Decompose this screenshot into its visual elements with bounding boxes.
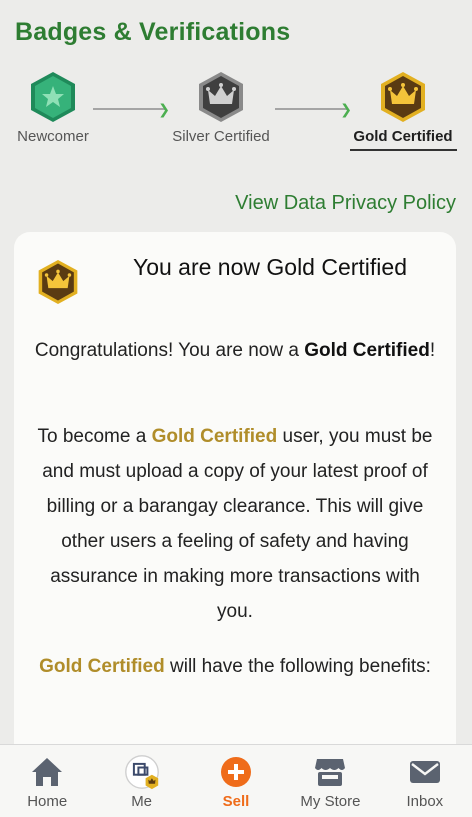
gold-crown-icon (36, 258, 80, 306)
avatar (124, 755, 160, 790)
nav-label: My Store (300, 793, 361, 810)
card-title: You are now Gold Certified (132, 254, 408, 280)
requirement-text: To become a Gold Certified user, you mus… (32, 419, 438, 629)
body-prefix: To become a (37, 426, 152, 447)
active-step-underline (349, 149, 457, 151)
nav-sell[interactable]: Sell (189, 745, 283, 817)
plus-circle-icon (218, 755, 254, 789)
body-gold: Gold Certified (151, 426, 278, 447)
step-label: Silver Certified (172, 128, 270, 145)
page-title: Badges & Verifications (15, 18, 291, 46)
mail-icon (407, 755, 443, 789)
store-icon (312, 755, 348, 789)
home-icon (29, 755, 65, 789)
congrats-bold: Gold Certified (304, 340, 430, 361)
congrats-suffix: ! (429, 340, 436, 361)
status-card: You are now Gold Certified Congratulatio… (14, 232, 456, 817)
bottom-nav: Home Me Sell My Store Inbox (0, 744, 472, 817)
nav-home[interactable]: Home (0, 745, 94, 817)
nav-label: Me (131, 793, 153, 810)
nav-me[interactable]: Me (94, 745, 188, 817)
nav-label: Home (27, 793, 68, 810)
badge-progress-track: Newcomer ❯ Silver Certified ❯ Gold Certi… (0, 70, 472, 160)
step-silver-certified[interactable]: Silver Certified (156, 70, 286, 145)
newcomer-badge-icon (28, 70, 78, 124)
benefits-gold: Gold Certified (39, 656, 165, 677)
nav-my-store[interactable]: My Store (283, 745, 377, 817)
gold-badge-icon (378, 70, 428, 124)
congrats-text: Congratulations! You are now a Gold Cert… (32, 333, 438, 368)
silver-badge-icon (196, 70, 246, 124)
congrats-prefix: Congratulations! You are now a (34, 340, 305, 361)
benefits-text: Gold Certified will have the following b… (32, 649, 438, 684)
step-gold-certified[interactable]: Gold Certified (338, 70, 468, 151)
privacy-policy-link[interactable]: View Data Privacy Policy (235, 192, 456, 215)
step-label: Gold Certified (353, 128, 453, 145)
step-label: Newcomer (17, 128, 89, 145)
body-suffix: user, you must be and must upload a copy… (42, 426, 433, 622)
nav-label: Sell (222, 793, 250, 810)
nav-inbox[interactable]: Inbox (378, 745, 472, 817)
benefits-suffix: will have the following benefits: (164, 656, 431, 677)
nav-label: Inbox (406, 793, 444, 810)
